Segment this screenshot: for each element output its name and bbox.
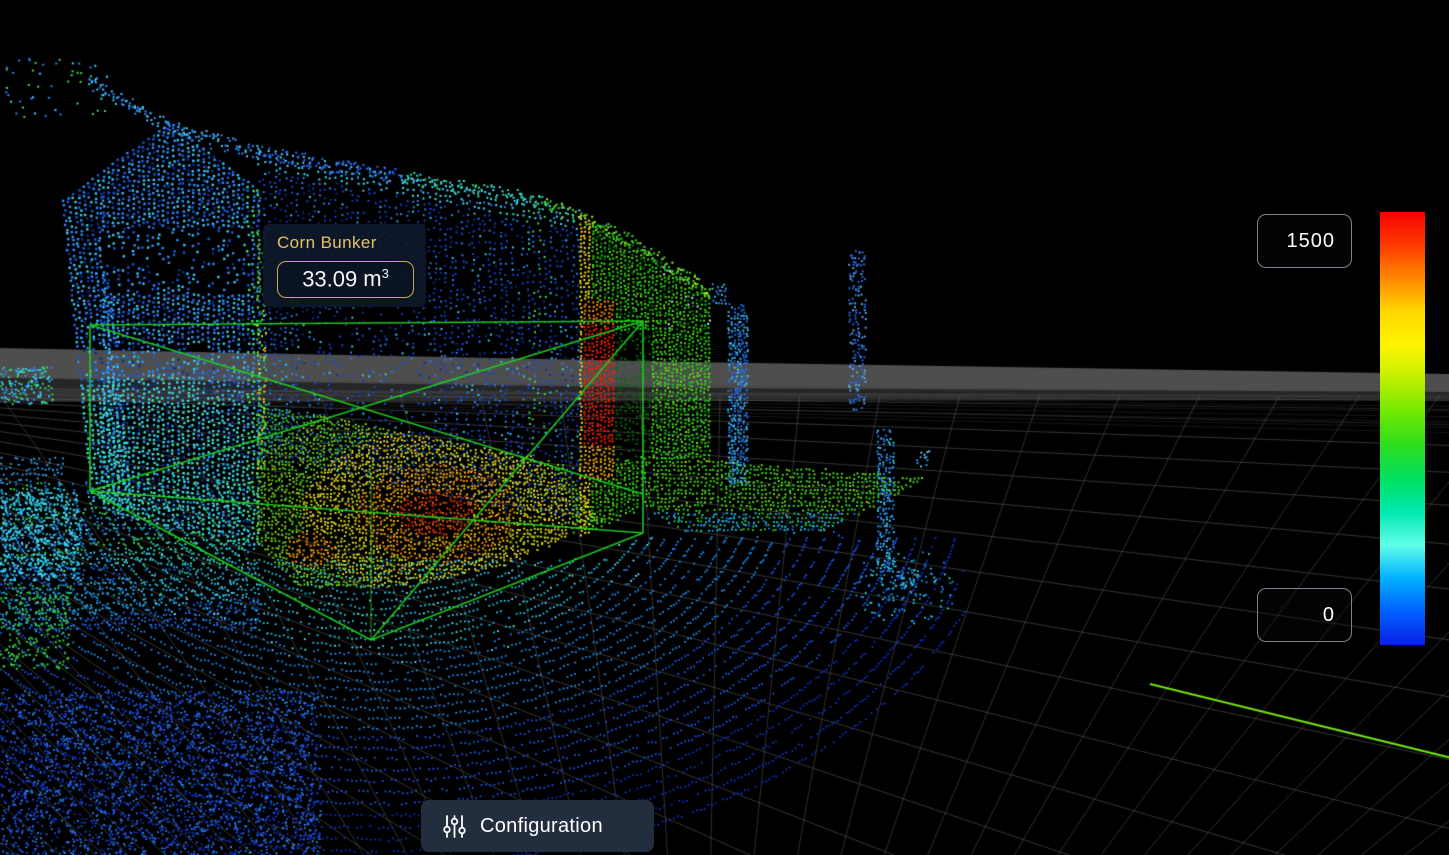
color-scale-bar (1380, 212, 1425, 645)
measurement-tooltip: Corn Bunker 33.09m3 (263, 224, 426, 307)
point-cloud-viewport[interactable] (0, 0, 1449, 855)
legend-min-input[interactable] (1257, 588, 1352, 642)
configuration-button[interactable]: Configuration (421, 800, 654, 852)
pointcloud-viewer: Corn Bunker 33.09m3 Configuration (0, 0, 1449, 855)
configuration-label: Configuration (480, 815, 603, 838)
volume-value: 33.09m3 (277, 261, 414, 298)
sliders-icon (443, 814, 466, 839)
legend-max-input[interactable] (1257, 214, 1352, 268)
tooltip-title: Corn Bunker (277, 233, 414, 253)
